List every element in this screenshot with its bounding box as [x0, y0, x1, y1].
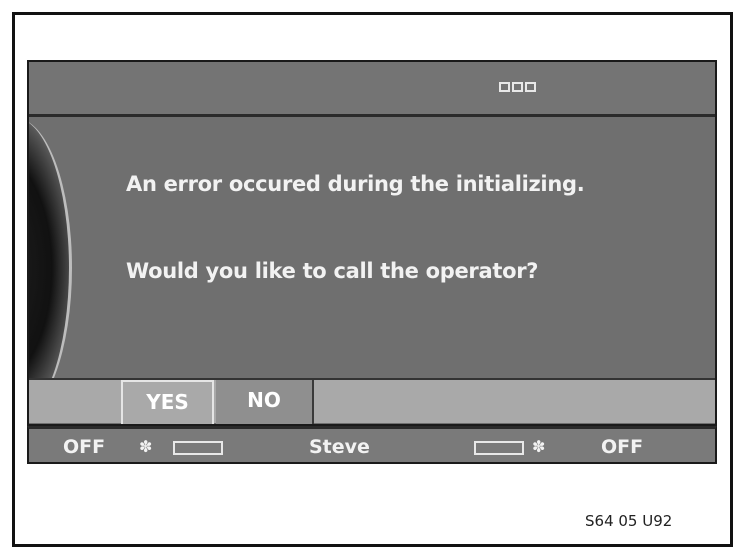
- temperature-bar-icon: [474, 441, 524, 455]
- top-bar: [29, 62, 715, 117]
- three-boxes-icon: [499, 82, 536, 92]
- user-name: Steve: [309, 436, 370, 458]
- climate-status-bar: OFF ✽ Steve ✽ OFF: [27, 426, 717, 464]
- button-bar: YES NO: [29, 378, 715, 424]
- controller-knob-graphic: [29, 118, 72, 418]
- left-off-label: OFF: [63, 436, 106, 458]
- fan-icon: ✽: [139, 437, 153, 456]
- temperature-bar-icon: [173, 441, 223, 455]
- yes-button[interactable]: YES: [121, 380, 214, 424]
- figure-code: S64 05 U92: [585, 512, 673, 530]
- right-off-label: OFF: [601, 436, 644, 458]
- no-button[interactable]: NO: [216, 380, 314, 424]
- error-message: An error occured during the initializing…: [126, 172, 585, 196]
- display-screen: An error occured during the initializing…: [27, 60, 717, 426]
- operator-question: Would you like to call the operator?: [126, 259, 539, 283]
- fan-icon: ✽: [532, 437, 546, 456]
